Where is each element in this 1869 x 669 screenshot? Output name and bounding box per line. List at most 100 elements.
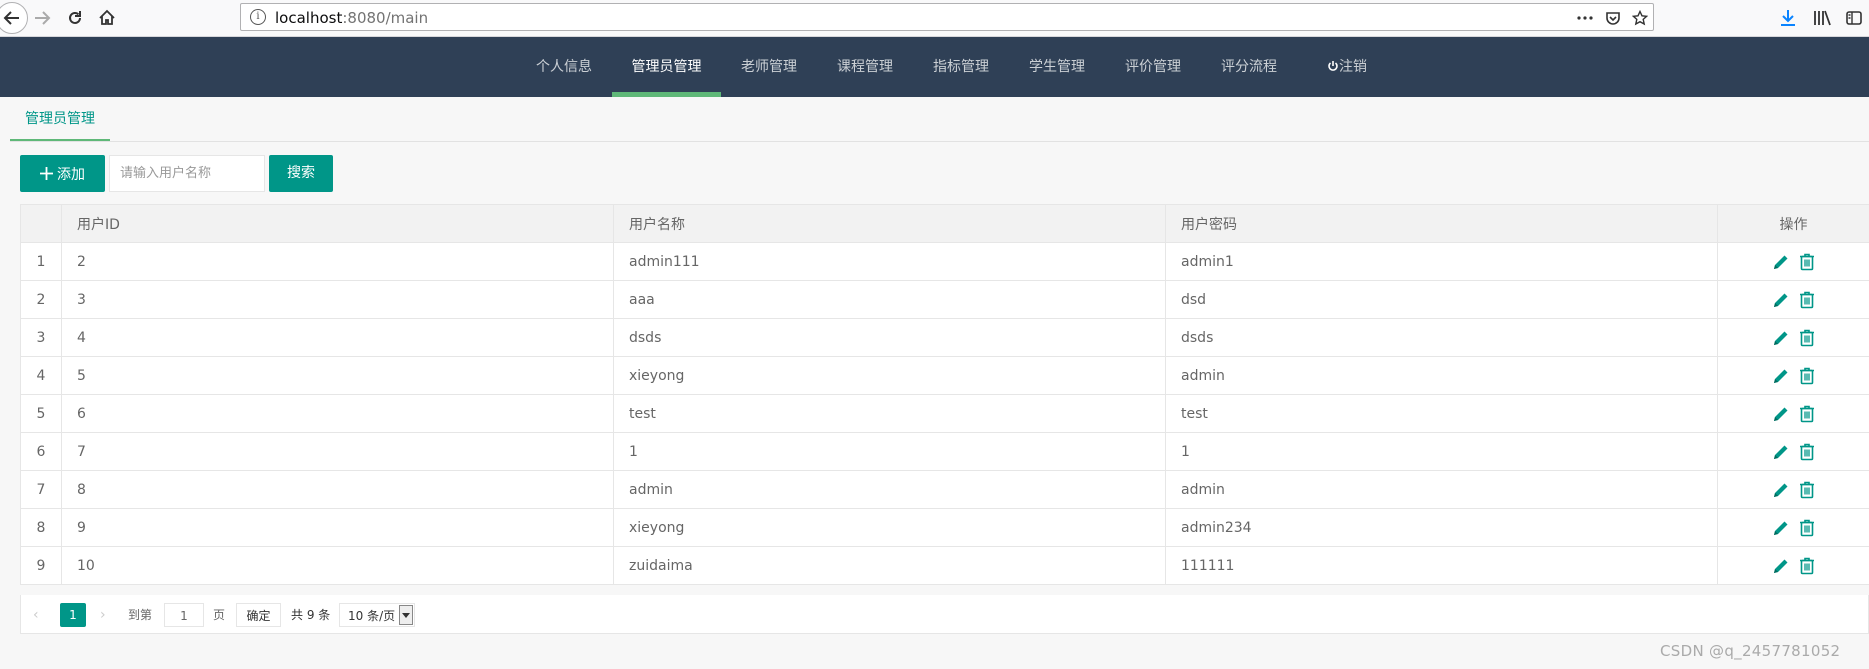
header-actions: 操作 [1717, 204, 1869, 243]
logout-label: 注销 [1339, 59, 1367, 75]
nav-item-personal-info[interactable]: 个人信息 [530, 37, 598, 97]
add-button-label: 添加 [57, 166, 85, 183]
edit-icon[interactable] [1771, 518, 1791, 538]
table-row: 9 10 zuidaima 111111 [20, 546, 1869, 585]
next-page-button[interactable]: › [100, 603, 112, 627]
prev-page-button[interactable]: ‹ [33, 603, 45, 627]
trash-icon[interactable] [1797, 556, 1817, 576]
cell-user-password: 111111 [1165, 546, 1718, 585]
edit-icon[interactable] [1771, 404, 1791, 424]
cell-user-password: dsd [1165, 280, 1718, 319]
cell-user-name: 1 [613, 432, 1166, 471]
nav-item-teacher-management[interactable]: 老师管理 [735, 37, 803, 97]
sidebar-icon[interactable] [1843, 7, 1865, 29]
cell-user-id: 5 [61, 356, 614, 395]
cell-actions [1717, 280, 1869, 319]
cell-user-id: 10 [61, 546, 614, 585]
cell-user-name: test [613, 394, 1166, 433]
edit-icon[interactable] [1771, 442, 1791, 462]
nav-item-logout[interactable]: 注销 [1311, 37, 1383, 97]
edit-icon[interactable] [1771, 556, 1791, 576]
table-header-row: 用户ID 用户名称 用户密码 操作 [20, 204, 1869, 243]
pagination: ‹ 1 › 到第 1 页 确定 共 9 条 10 条/页 [20, 595, 1869, 634]
downloads-icon[interactable] [1777, 7, 1799, 29]
page-size-select[interactable]: 10 条/页 [339, 603, 415, 627]
trash-icon[interactable] [1797, 252, 1817, 272]
cell-actions [1717, 242, 1869, 281]
cell-user-id: 3 [61, 280, 614, 319]
cell-actions [1717, 470, 1869, 509]
cell-user-password: admin [1165, 470, 1718, 509]
trash-icon[interactable] [1797, 442, 1817, 462]
nav-item-admin-management[interactable]: 管理员管理 [612, 37, 721, 97]
forward-button[interactable] [30, 6, 54, 30]
edit-icon[interactable] [1771, 290, 1791, 310]
home-button[interactable] [95, 6, 119, 30]
cell-actions [1717, 318, 1869, 357]
admin-table: 用户ID 用户名称 用户密码 操作 1 2 admin111 admin1 2 3 aaa d… [20, 204, 1869, 585]
bookmark-star-icon[interactable] [1630, 8, 1650, 28]
tab-strip: 管理员管理 [10, 97, 1869, 142]
nav-item-course-management[interactable]: 课程管理 [831, 37, 899, 97]
more-actions-icon[interactable] [1575, 8, 1595, 28]
tab-admin-management[interactable]: 管理员管理 [10, 97, 110, 141]
edit-icon[interactable] [1771, 252, 1791, 272]
search-button[interactable]: 搜索 [269, 155, 333, 192]
library-icon[interactable] [1810, 7, 1834, 29]
nav-item-evaluation-management[interactable]: 评价管理 [1119, 37, 1187, 97]
nav-item-scoring-process[interactable]: 评分流程 [1215, 37, 1283, 97]
url-bar[interactable]: i localhost:8080/main [240, 3, 1654, 31]
nav-item-student-management[interactable]: 学生管理 [1023, 37, 1091, 97]
search-input[interactable] [109, 155, 265, 192]
arrow-left-icon [3, 11, 19, 25]
cell-user-password: dsds [1165, 318, 1718, 357]
edit-icon[interactable] [1771, 328, 1791, 348]
header-user-password[interactable]: 用户密码 [1165, 204, 1718, 243]
edit-icon[interactable] [1771, 366, 1791, 386]
trash-icon[interactable] [1797, 366, 1817, 386]
nav-item-indicator-management[interactable]: 指标管理 [927, 37, 995, 97]
trash-icon[interactable] [1797, 328, 1817, 348]
pocket-icon[interactable] [1603, 8, 1623, 28]
add-button[interactable]: 添加 [20, 155, 105, 192]
cell-user-name: admin111 [613, 242, 1166, 281]
header-user-id[interactable]: 用户ID [61, 204, 614, 243]
cell-actions [1717, 394, 1869, 433]
cell-user-id: 4 [61, 318, 614, 357]
cell-user-name: zuidaima [613, 546, 1166, 585]
back-button[interactable] [0, 2, 28, 34]
header-user-name[interactable]: 用户名称 [613, 204, 1166, 243]
reload-icon [69, 11, 81, 24]
cell-user-id: 7 [61, 432, 614, 471]
cell-user-name: xieyong [613, 508, 1166, 547]
cell-user-id: 6 [61, 394, 614, 433]
trash-icon[interactable] [1797, 290, 1817, 310]
cell-user-password: admin234 [1165, 508, 1718, 547]
row-index: 6 [20, 432, 62, 471]
table-row: 3 4 dsds dsds [20, 318, 1869, 357]
trash-icon[interactable] [1797, 518, 1817, 538]
row-index: 8 [20, 508, 62, 547]
page-button-current[interactable]: 1 [60, 603, 86, 627]
url-text: localhost:8080/main [275, 9, 429, 27]
cell-actions [1717, 432, 1869, 471]
edit-icon[interactable] [1771, 480, 1791, 500]
page-unit-label: 页 [213, 608, 226, 622]
info-icon[interactable]: i [250, 9, 266, 25]
goto-page-input[interactable]: 1 [164, 603, 204, 627]
row-index: 2 [20, 280, 62, 319]
plus-icon [40, 167, 53, 180]
arrow-right-icon [35, 11, 51, 25]
table-row: 4 5 xieyong admin [20, 356, 1869, 395]
cell-actions [1717, 508, 1869, 547]
watermark: CSDN @q_2457781052 [1660, 642, 1841, 660]
cell-user-id: 8 [61, 470, 614, 509]
table-row: 5 6 test test [20, 394, 1869, 433]
trash-icon[interactable] [1797, 480, 1817, 500]
reload-button[interactable] [63, 6, 87, 30]
table-row: 1 2 admin111 admin1 [20, 242, 1869, 281]
trash-icon[interactable] [1797, 404, 1817, 424]
cell-actions [1717, 356, 1869, 395]
goto-confirm-button[interactable]: 确定 [236, 603, 281, 627]
row-index: 4 [20, 356, 62, 395]
